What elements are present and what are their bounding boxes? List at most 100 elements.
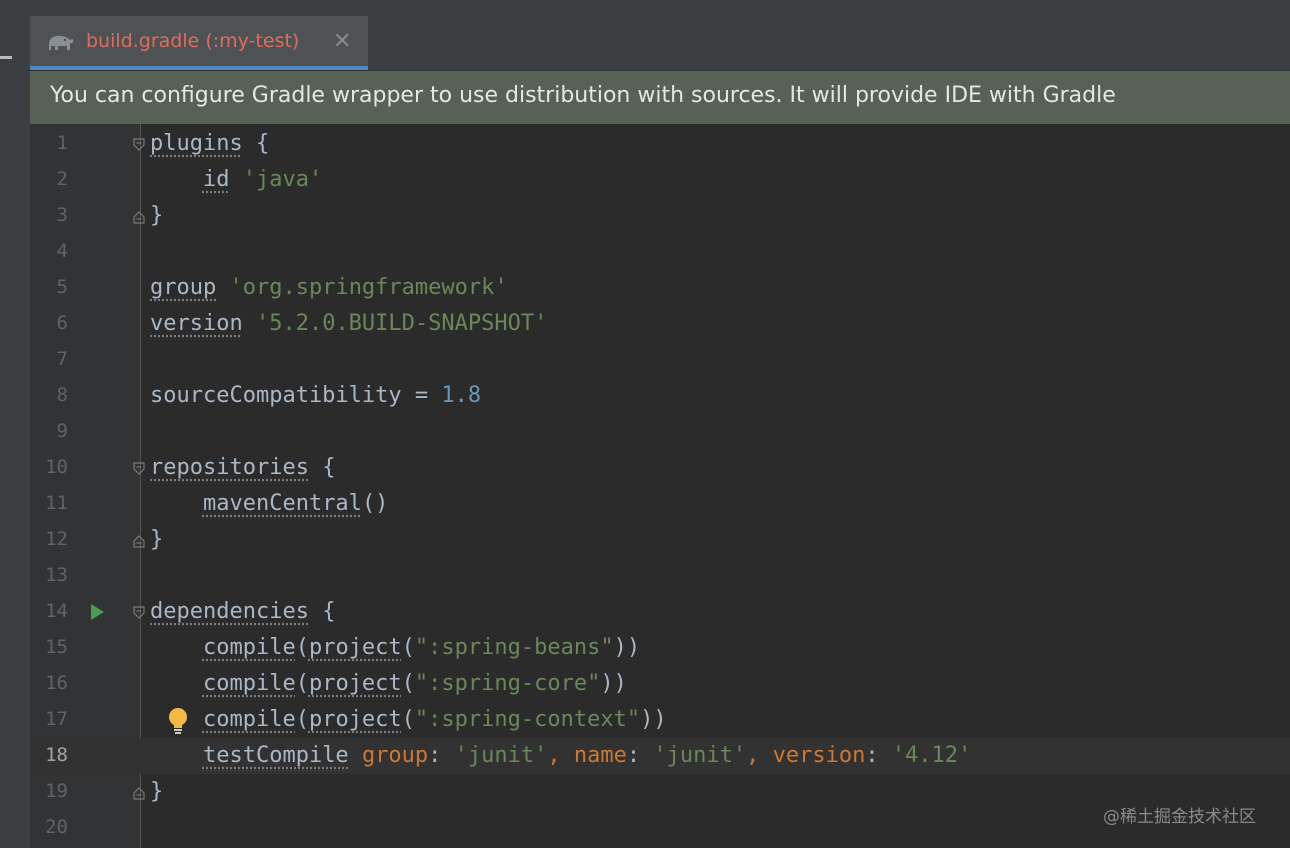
code-line-7: 7	[30, 342, 1290, 378]
punctuation: (	[295, 635, 309, 660]
code-text: compile(project(":spring-beans"))	[150, 635, 640, 660]
line-number: 14	[45, 600, 68, 622]
punctuation: (	[401, 635, 415, 660]
identifier: compile	[202, 635, 296, 660]
line-number: 17	[45, 708, 68, 730]
fold-close-icon[interactable]	[133, 534, 145, 548]
named-arg: name	[573, 743, 627, 768]
code-text: plugins {	[150, 131, 269, 156]
line-number: 8	[56, 384, 68, 406]
punctuation: ()	[361, 491, 389, 516]
code-text: version '5.2.0.BUILD-SNAPSHOT'	[150, 311, 547, 336]
identifier: id	[202, 167, 230, 192]
code-editor[interactable]: 1 plugins { 2 id 'java' 3 } 4 5 group 'o…	[30, 126, 1290, 846]
line-number: 11	[45, 492, 68, 514]
window-top-bar	[0, 0, 1290, 17]
gradle-elephant-icon	[49, 35, 74, 50]
notification-banner[interactable]: You can configure Gradle wrapper to use …	[30, 71, 1290, 124]
watermark: @稀土掘金技术社区	[1103, 807, 1256, 827]
string-literal: ":spring-core"	[414, 671, 601, 696]
code-line-16: 16 compile(project(":spring-core"))	[30, 666, 1290, 702]
code-text: group 'org.springframework'	[150, 275, 508, 300]
code-text: }	[150, 779, 164, 804]
code-line-12: 12 }	[30, 522, 1290, 558]
code-text: testCompile group: 'junit', name: 'junit…	[150, 743, 971, 768]
string-literal: '5.2.0.BUILD-SNAPSHOT'	[255, 311, 548, 336]
line-number: 18	[45, 744, 68, 766]
code-text: sourceCompatibility = 1.8	[150, 383, 481, 408]
string-literal: 'junit'	[653, 743, 747, 768]
punctuation: ,	[746, 743, 773, 768]
identifier: compile	[202, 707, 296, 732]
string-literal: 'org.springframework'	[229, 275, 508, 300]
punctuation: ,	[547, 743, 574, 768]
punctuation: ))	[640, 707, 667, 732]
line-number: 15	[45, 636, 68, 658]
punctuation: {	[308, 455, 336, 480]
code-text: compile(project(":spring-context"))	[150, 707, 667, 732]
line-number: 19	[45, 780, 68, 802]
code-text: dependencies {	[150, 599, 335, 624]
identifier: version	[150, 311, 243, 336]
left-tool-strip	[0, 16, 31, 848]
code-text: compile(project(":spring-core"))	[150, 671, 627, 696]
identifier: repositories	[150, 455, 309, 480]
banner-text: You can configure Gradle wrapper to use …	[50, 83, 1116, 108]
code-line-10: 10 repositories {	[30, 450, 1290, 486]
punctuation: (	[295, 671, 309, 696]
string-literal: '4.12'	[891, 743, 972, 768]
string-literal: ":spring-context"	[414, 707, 641, 732]
number-literal: 1.8	[441, 383, 482, 408]
code-line-9: 9	[30, 414, 1290, 450]
code-line-19: 19 }	[30, 774, 1290, 810]
code-line-4: 4	[30, 234, 1290, 270]
fold-open-icon[interactable]	[133, 138, 145, 152]
identifier: project	[308, 635, 402, 660]
fold-close-icon[interactable]	[133, 786, 145, 800]
identifier: mavenCentral	[202, 491, 362, 516]
code-text: mavenCentral()	[150, 491, 388, 516]
code-line-20: 20	[30, 810, 1290, 846]
named-arg: version	[772, 743, 866, 768]
line-number: 12	[45, 528, 68, 550]
string-literal: ":spring-beans"	[414, 635, 614, 660]
code-line-2: 2 id 'java'	[30, 162, 1290, 198]
punctuation: :	[428, 743, 455, 768]
identifier: compile	[202, 671, 296, 696]
string-literal: 'java'	[242, 167, 323, 192]
punctuation: (	[295, 707, 309, 732]
fold-close-icon[interactable]	[133, 210, 145, 224]
code-line-5: 5 group 'org.springframework'	[30, 270, 1290, 306]
line-number: 20	[45, 816, 68, 838]
punctuation: ))	[613, 635, 641, 660]
line-number: 6	[56, 312, 68, 334]
punctuation: {	[308, 599, 336, 624]
code-line-14: 14 dependencies {	[30, 594, 1290, 630]
code-line-6: 6 version '5.2.0.BUILD-SNAPSHOT'	[30, 306, 1290, 342]
identifier: project	[308, 671, 402, 696]
line-number: 7	[56, 348, 68, 370]
punctuation: {	[242, 131, 270, 156]
close-icon[interactable]: ✕	[333, 29, 351, 54]
code-line-3: 3 }	[30, 198, 1290, 234]
tab-build-gradle[interactable]: build.gradle (:my-test) ✕	[30, 16, 368, 70]
run-gutter-icon[interactable]	[89, 603, 105, 621]
line-number: 2	[56, 168, 68, 190]
fold-open-icon[interactable]	[133, 462, 145, 476]
line-number: 13	[45, 564, 68, 586]
code-text: repositories {	[150, 455, 335, 480]
identifier: sourceCompatibility	[150, 383, 402, 408]
line-number: 1	[56, 132, 68, 154]
active-tab-indicator	[30, 66, 368, 70]
fold-open-icon[interactable]	[133, 606, 145, 620]
minimize-icon[interactable]	[0, 56, 12, 59]
code-line-17: 17 compile(project(":spring-context"))	[30, 702, 1290, 738]
line-number: 4	[56, 240, 68, 262]
code-line-18-current: 18 testCompile group: 'junit', name: 'ju…	[30, 738, 1290, 774]
punctuation: :	[626, 743, 654, 768]
tab-label: build.gradle (:my-test)	[86, 30, 300, 52]
